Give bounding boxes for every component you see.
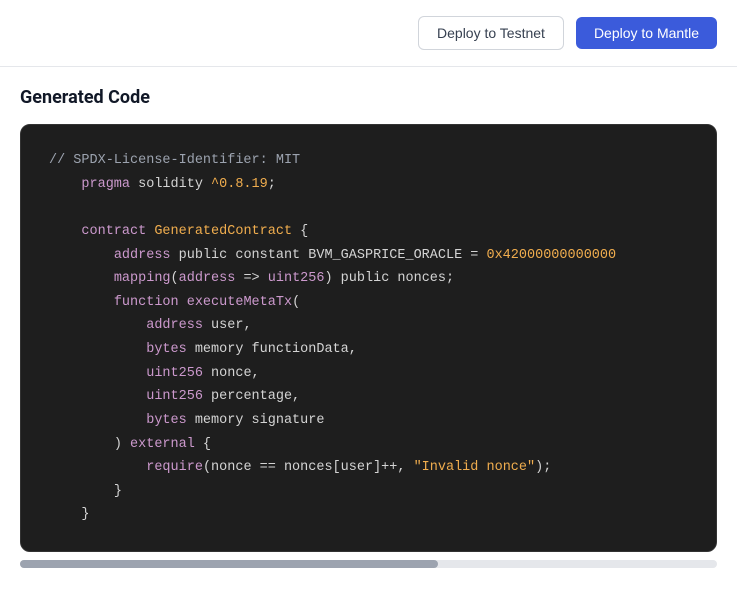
code-kw-mapping: mapping (114, 271, 171, 286)
code-mapping-body: ( (171, 271, 179, 286)
code-kw-addr3: address (146, 318, 203, 333)
code-require: require (146, 460, 203, 475)
code-kw-bytes1: bytes (146, 342, 187, 357)
code-block: // SPDX-License-Identifier: MIT pragma s… (49, 149, 688, 527)
code-semi: ; (268, 177, 276, 192)
code-pct: percentage, (203, 389, 300, 404)
code-lparen: ( (292, 295, 300, 310)
code-nonce: nonce, (203, 366, 260, 381)
code-req-body: (nonce == nonces[user]++, (203, 460, 414, 475)
code-obrace: { (195, 437, 211, 452)
code-rparen: ) (114, 437, 130, 452)
code-map-end: ) public nonces; (324, 271, 454, 286)
code-contract-name: GeneratedContract (154, 224, 292, 239)
code-mem1: memory functionData, (187, 342, 357, 357)
code-plain: solidity (130, 177, 211, 192)
code-keyword-contract: contract (81, 224, 146, 239)
code-kw-addr2: address (179, 271, 236, 286)
code-req-end: ); (535, 460, 551, 475)
code-user: user, (203, 318, 252, 333)
code-cbrace2: } (81, 507, 89, 522)
code-string: "Invalid nonce" (414, 460, 536, 475)
code-kw-function: function (114, 295, 179, 310)
code-type-uint2: uint256 (146, 366, 203, 381)
content-area: Generated Code // SPDX-License-Identifie… (0, 67, 737, 588)
section-title: Generated Code (20, 87, 717, 108)
code-cbrace1: } (114, 484, 122, 499)
deploy-testnet-button[interactable]: Deploy to Testnet (418, 16, 564, 50)
code-func-name: executeMetaTx (187, 295, 292, 310)
code-mem2: memory signature (187, 413, 325, 428)
code-space2 (179, 295, 187, 310)
code-comment: // SPDX-License-Identifier: MIT (49, 153, 300, 168)
code-brace: { (292, 224, 308, 239)
scrollbar-track[interactable] (20, 560, 717, 568)
code-kw-address: address (114, 248, 171, 263)
code-keyword: pragma (81, 177, 130, 192)
code-pub1: public constant BVM_GASPRICE_ORACLE = (171, 248, 487, 263)
scrollbar-thumb[interactable] (20, 560, 438, 568)
code-kw-ext: external (130, 437, 195, 452)
code-addr-val: 0x42000000000000 (486, 248, 616, 263)
code-arrow: => (235, 271, 267, 286)
code-version: ^0.8.19 (211, 177, 268, 192)
code-kw-bytes2: bytes (146, 413, 187, 428)
code-type-uint3: uint256 (146, 389, 203, 404)
code-container: // SPDX-License-Identifier: MIT pragma s… (20, 124, 717, 552)
deploy-mantle-button[interactable]: Deploy to Mantle (576, 17, 717, 49)
code-type-uint: uint256 (268, 271, 325, 286)
header-bar: Deploy to Testnet Deploy to Mantle (0, 0, 737, 67)
